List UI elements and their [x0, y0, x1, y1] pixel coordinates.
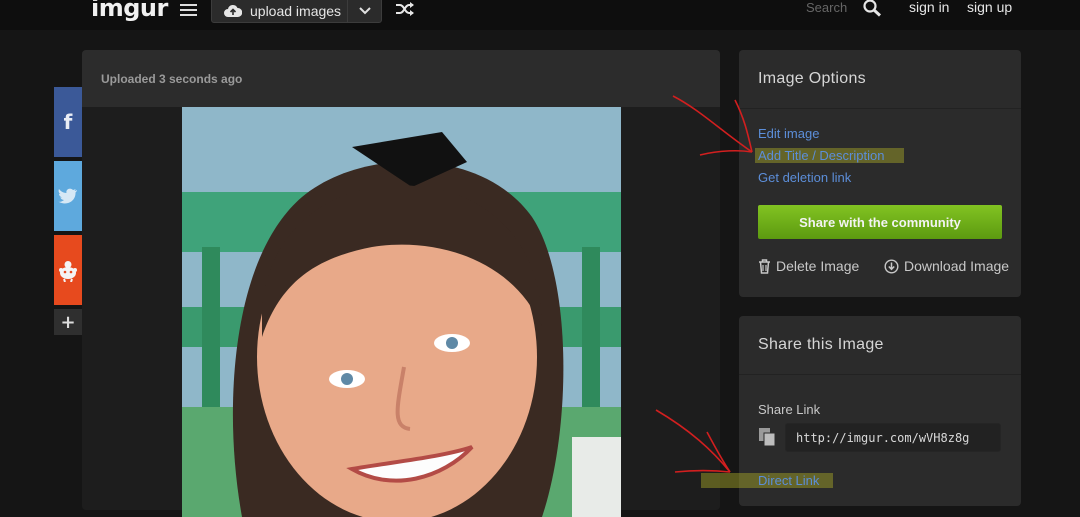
plus-icon: + — [60, 311, 76, 333]
shuffle-icon[interactable] — [395, 1, 415, 17]
post-header: Uploaded 3 seconds ago — [82, 50, 720, 107]
delete-image-button[interactable]: Delete Image — [758, 258, 859, 274]
chevron-down-icon — [358, 6, 371, 14]
facebook-icon: f — [63, 110, 73, 134]
imgur-logo[interactable]: imgur — [91, 0, 168, 22]
top-bar: imgur upload images sign in sign up — [0, 0, 1080, 30]
more-share-button[interactable]: + — [54, 309, 82, 335]
upload-group: upload images — [211, 0, 382, 23]
image-options-panel: Image Options Edit image Add Title / Des… — [739, 50, 1021, 297]
share-image-title: Share this Image — [758, 336, 884, 353]
cloud-upload-icon — [224, 4, 242, 17]
edit-image-link[interactable]: Edit image — [758, 126, 819, 141]
post-panel: Uploaded 3 seconds ago — [82, 50, 720, 517]
image-options-header: Image Options — [739, 50, 1021, 109]
reddit-icon — [59, 261, 77, 282]
photo-illustration — [182, 107, 621, 517]
search-input[interactable] — [806, 0, 860, 16]
facebook-share-button[interactable]: f — [54, 87, 82, 157]
sign-in-link[interactable]: sign in — [909, 0, 949, 15]
uploaded-photo[interactable] — [182, 107, 621, 517]
delete-image-label: Delete Image — [776, 258, 860, 274]
share-with-community-button[interactable]: Share with the community — [758, 205, 1002, 239]
download-image-label: Download Image — [904, 258, 1010, 274]
image-options-title: Image Options — [758, 70, 866, 87]
download-icon — [884, 258, 899, 274]
get-deletion-link[interactable]: Get deletion link — [758, 170, 851, 185]
sign-up-link[interactable]: sign up — [967, 0, 1012, 15]
search-icon[interactable] — [862, 0, 882, 17]
upload-timestamp: Uploaded 3 seconds ago — [101, 72, 243, 86]
upload-images-label: upload images — [250, 2, 342, 19]
copy-icon[interactable] — [758, 427, 776, 447]
share-image-header: Share this Image — [739, 316, 1021, 375]
direct-link-label[interactable]: Direct Link — [701, 473, 834, 488]
reddit-share-button[interactable] — [54, 235, 82, 305]
share-image-panel: Share this Image Share Link Direct Link — [701, 316, 1021, 506]
twitter-share-button[interactable] — [54, 161, 82, 231]
hamburger-icon[interactable] — [180, 2, 197, 18]
add-title-description-link[interactable]: Add Title / Description — [755, 148, 905, 163]
download-image-button[interactable]: Download Image — [884, 258, 1009, 274]
trash-icon — [759, 258, 770, 274]
upload-images-button[interactable]: upload images — [212, 0, 347, 22]
twitter-icon — [58, 188, 77, 204]
upload-dropdown-button[interactable] — [348, 0, 381, 22]
share-link-label: Share Link — [758, 402, 821, 417]
share-link-input[interactable] — [785, 423, 1001, 452]
